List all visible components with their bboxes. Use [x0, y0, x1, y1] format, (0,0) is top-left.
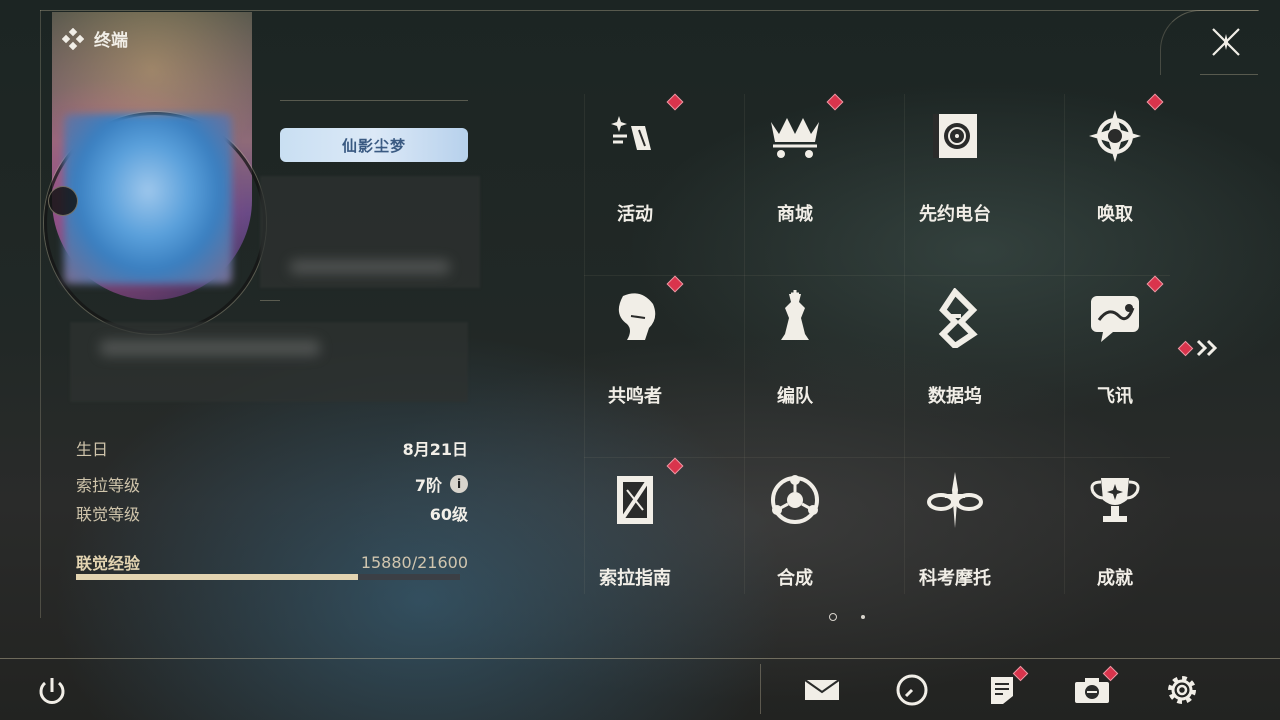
menu-item-label: 活动: [617, 204, 653, 225]
info-label: 联觉等级: [76, 505, 141, 524]
close-x-icon: [1212, 28, 1240, 56]
divider: [260, 300, 280, 301]
frame-top-line: [40, 10, 1258, 11]
page-title: 终端: [94, 31, 128, 51]
frame-left-line: [40, 10, 41, 618]
power-button[interactable]: [30, 670, 74, 714]
info-row-union-level: 联觉等级 60级: [76, 501, 468, 525]
menu-item-label: 商城: [777, 204, 813, 225]
alert-dot: [666, 275, 684, 293]
menu-item[interactable]: 索拉指南: [565, 457, 705, 589]
info-row-experience: 联觉经验 15880/21600: [76, 550, 468, 574]
menu-item-label: 飞讯: [1097, 386, 1133, 407]
experience-value: 15880/21600: [360, 552, 468, 572]
mail-icon: [804, 679, 840, 700]
settings-gear-icon: [1168, 676, 1196, 704]
alert-dot: [1177, 340, 1194, 356]
info-label: 生日: [76, 440, 109, 459]
shop-crown-cart-icon: [765, 106, 825, 166]
avatar[interactable]: [64, 114, 232, 284]
divider: [280, 100, 468, 101]
menu-item[interactable]: 成就: [1045, 458, 1185, 589]
menu-item-label: 共鸣者: [608, 386, 662, 407]
alert-dot: [826, 93, 844, 111]
activity-icon: [605, 106, 665, 166]
radio-icon: [925, 106, 985, 166]
birthday-value: 8月21日: [402, 440, 468, 459]
page-indicator[interactable]: [861, 615, 865, 619]
guide-book-icon: [605, 470, 665, 530]
experience-label: 联觉经验: [76, 554, 141, 573]
menu-item-label: 成就: [1097, 568, 1133, 589]
avatar-change-button[interactable]: [48, 186, 78, 216]
alert-dot: [1146, 93, 1164, 111]
notice-button[interactable]: [980, 665, 1029, 710]
experience-progress-fill: [76, 574, 359, 580]
summon-compass-icon: [1085, 106, 1145, 166]
trophy-icon: [1085, 470, 1145, 530]
menu-item-label: 科考摩托: [919, 568, 991, 589]
menu-item-label: 先约电台: [919, 204, 991, 225]
power-icon: [39, 678, 65, 704]
clock-icon: [896, 674, 928, 706]
window-title-bar: 终端: [62, 26, 128, 51]
union-level-value: 60级: [429, 505, 468, 524]
settings-button[interactable]: [1160, 670, 1204, 710]
info-row-birthday: 生日 8月21日: [76, 436, 468, 460]
menu-item[interactable]: 合成: [725, 458, 865, 589]
menu-item-label: 唤取: [1097, 204, 1133, 225]
info-value: 60级: [430, 501, 468, 525]
info-label: 索拉等级: [76, 476, 141, 495]
menu-item[interactable]: 唤取: [1045, 93, 1185, 225]
signature-redacted: [100, 340, 320, 356]
double-chevron-right-icon: [1196, 339, 1218, 357]
team-chess-icon: [765, 288, 825, 348]
menu-item-label: 合成: [777, 568, 813, 589]
chat-message-icon: [1085, 288, 1145, 348]
info-icon[interactable]: i: [450, 475, 468, 493]
menu-item-label: 数据坞: [928, 386, 982, 407]
bottom-bar-line: [0, 658, 1280, 659]
menu-item[interactable]: 活动: [565, 93, 705, 225]
frame-corner-line: [1200, 74, 1258, 75]
info-row-sol-rank: 索拉等级 7阶 i: [76, 472, 468, 496]
sol-rank-value: 7阶: [414, 476, 442, 495]
mail-button[interactable]: [800, 670, 844, 710]
signature-box[interactable]: [70, 322, 468, 402]
menu-item-label: 索拉指南: [599, 568, 671, 589]
terminal-diamond-icon: [62, 27, 84, 50]
player-id-redacted: [290, 260, 450, 274]
notice-icon: [991, 677, 1013, 704]
menu-item[interactable]: 先约电台: [885, 94, 1025, 225]
alert-dot: [666, 93, 684, 111]
menu-item[interactable]: 数据坞: [885, 276, 1025, 407]
bottom-separator: [760, 664, 761, 714]
info-value: 8月21日: [403, 436, 468, 460]
menu-item[interactable]: 科考摩托: [885, 458, 1025, 589]
info-value: 7阶 i: [415, 472, 468, 496]
title-badge-label: 仙影尘梦: [341, 136, 406, 155]
menu-item-label: 编队: [777, 386, 813, 407]
experience-progress-bar: [76, 574, 460, 580]
camera-button[interactable]: [1070, 665, 1119, 710]
next-page-button[interactable]: [1177, 338, 1221, 358]
camera-icon: [1075, 678, 1109, 703]
close-button[interactable]: [1206, 22, 1246, 62]
alert-dot: [1146, 275, 1164, 293]
menu-item[interactable]: 飞讯: [1045, 275, 1185, 407]
synthesis-icon: [765, 470, 825, 530]
title-badge[interactable]: 仙影尘梦: [280, 128, 468, 162]
page-indicator-active[interactable]: [829, 613, 837, 621]
menu-item[interactable]: 编队: [725, 276, 865, 407]
menu-item[interactable]: 共鸣者: [565, 275, 705, 407]
resonator-portrait-icon: [605, 288, 665, 348]
motorcycle-icon: [925, 470, 985, 530]
menu-item[interactable]: 商城: [725, 93, 865, 225]
clock-button[interactable]: [890, 670, 934, 710]
data-dock-icon: [925, 288, 985, 348]
alert-dot: [666, 457, 684, 475]
